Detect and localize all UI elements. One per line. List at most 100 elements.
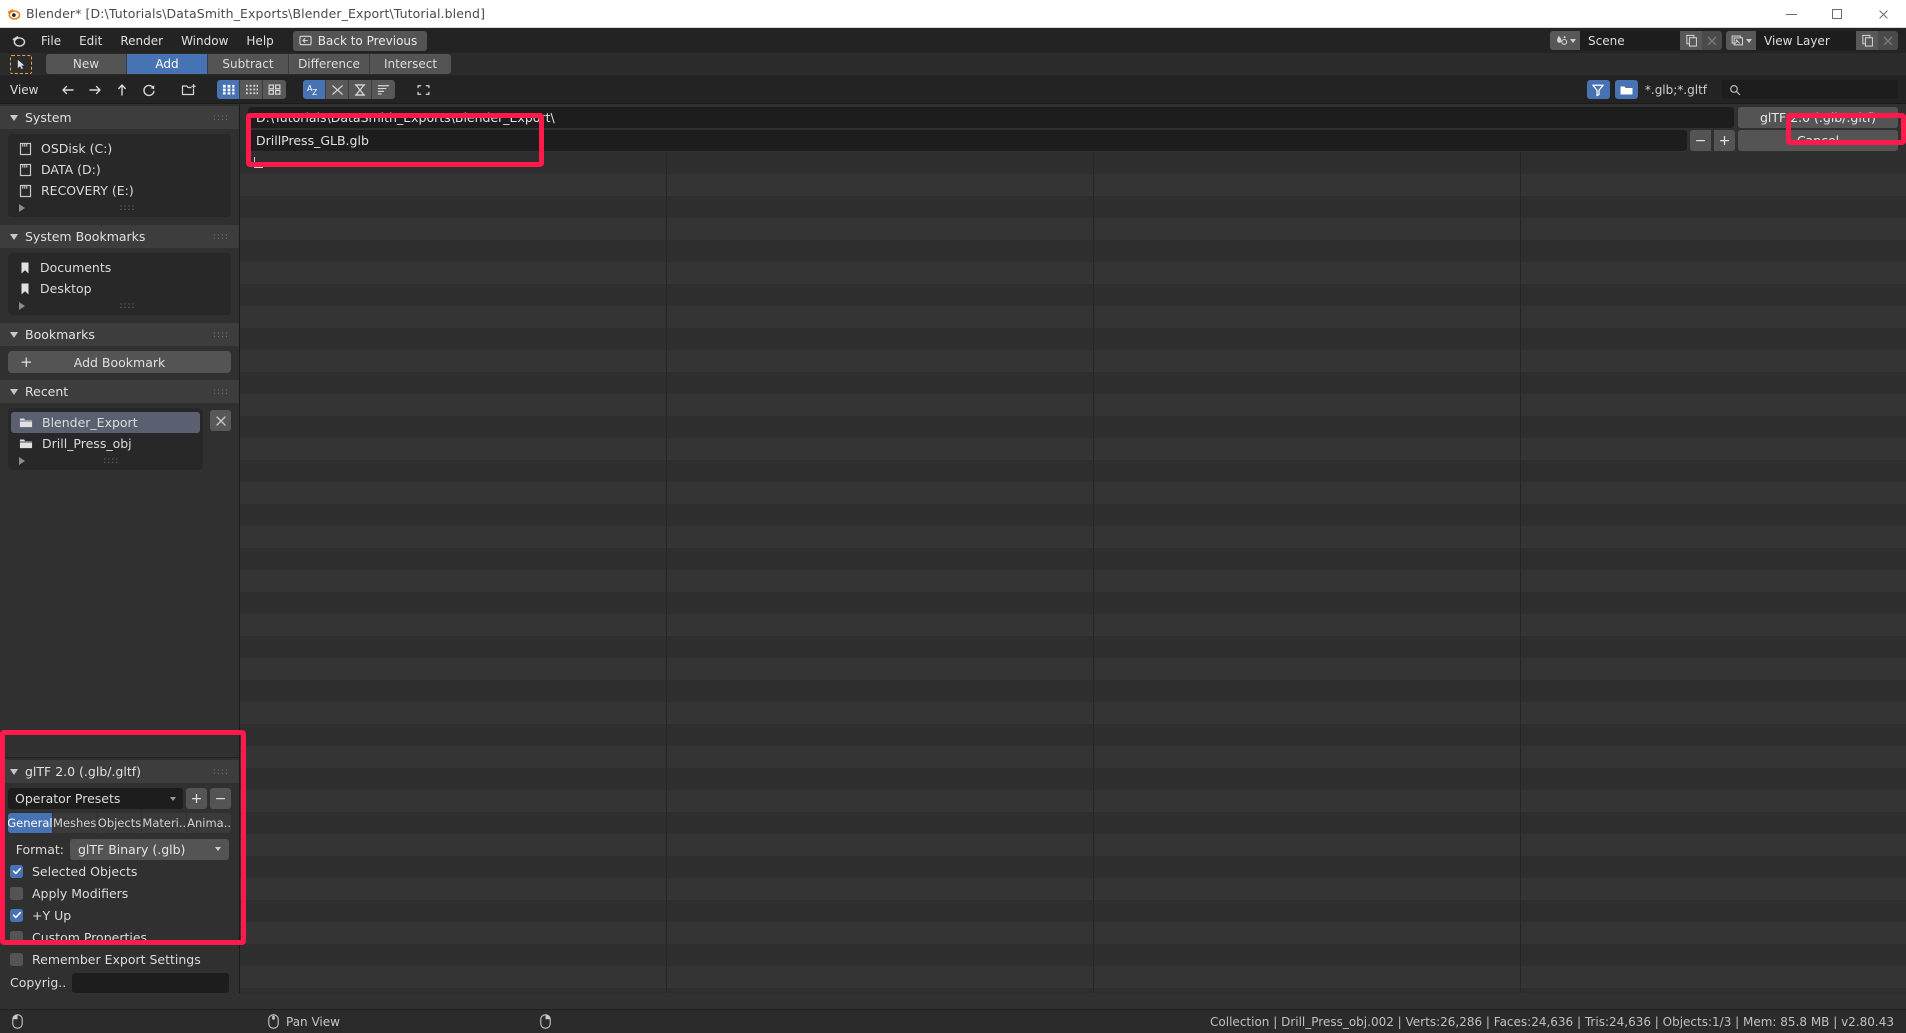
tab-objects[interactable]: Objects xyxy=(97,813,142,833)
list-view-icon[interactable] xyxy=(217,80,241,99)
table-row[interactable] xyxy=(240,790,1906,812)
menu-window[interactable]: Window xyxy=(172,31,237,51)
list-item[interactable]: Drill_Press_obj xyxy=(11,433,200,454)
table-row[interactable] xyxy=(240,504,1906,526)
thumbnail-grid-icon[interactable] xyxy=(263,80,287,99)
expand-triangle-icon[interactable] xyxy=(19,457,25,465)
table-row[interactable] xyxy=(240,878,1906,900)
sort-alphabetical-icon[interactable]: A Z xyxy=(303,80,327,99)
view-layer-icon[interactable] xyxy=(1726,31,1756,50)
table-row[interactable] xyxy=(240,152,1906,174)
select-box-icon[interactable] xyxy=(412,80,435,99)
table-row[interactable] xyxy=(240,702,1906,724)
table-row[interactable] xyxy=(240,548,1906,570)
table-row[interactable] xyxy=(240,460,1906,482)
new-datablock-icon[interactable] xyxy=(1680,31,1702,50)
table-row[interactable] xyxy=(240,724,1906,746)
section-header-system[interactable]: System :::: xyxy=(0,106,239,129)
table-row[interactable] xyxy=(240,944,1906,966)
table-row[interactable] xyxy=(240,306,1906,328)
drag-handle-icon[interactable]: :::: xyxy=(213,232,229,241)
sort-extension-icon[interactable] xyxy=(326,80,350,99)
copyright-input[interactable] xyxy=(72,972,229,993)
table-row[interactable] xyxy=(240,658,1906,680)
column-divider[interactable] xyxy=(666,152,667,993)
increment-filename-button[interactable]: + xyxy=(1714,130,1735,151)
directory-path-input[interactable]: D:\Tutorials\DataSmith_Exports\Blender_E… xyxy=(248,106,1734,128)
table-row[interactable] xyxy=(240,416,1906,438)
column-divider[interactable] xyxy=(1093,152,1094,993)
unlink-icon[interactable] xyxy=(1702,31,1722,50)
unlink-icon[interactable] xyxy=(1878,31,1898,50)
search-input[interactable] xyxy=(1722,80,1898,99)
table-row[interactable] xyxy=(240,988,1906,993)
mode-add[interactable]: Add xyxy=(127,54,208,74)
tab-meshes[interactable]: Meshes xyxy=(52,813,97,833)
table-row[interactable] xyxy=(240,746,1906,768)
close-icon[interactable] xyxy=(1860,0,1906,28)
execute-export-button[interactable]: glTF 2.0 (.glb/.gltf) xyxy=(1738,106,1898,128)
list-item[interactable]: OSDisk (C:) xyxy=(11,138,228,159)
decrement-filename-button[interactable]: − xyxy=(1690,130,1711,151)
checkbox-remember-export-settings[interactable]: Remember Export Settings xyxy=(0,948,239,970)
clear-recent-icon[interactable] xyxy=(210,410,231,431)
table-row[interactable] xyxy=(240,636,1906,658)
section-header-gltf[interactable]: glTF 2.0 (.glb/.gltf) :::: xyxy=(0,760,239,783)
checkbox-input[interactable] xyxy=(10,908,23,922)
table-row[interactable] xyxy=(240,768,1906,790)
table-row[interactable] xyxy=(240,614,1906,636)
list-item[interactable]: RECOVERY (E:) xyxy=(11,180,228,201)
table-row[interactable] xyxy=(240,592,1906,614)
table-row[interactable] xyxy=(240,328,1906,350)
add-bookmark-button[interactable]: + Add Bookmark xyxy=(8,351,231,373)
detail-list-icon[interactable] xyxy=(240,80,264,99)
folder-filter-icon[interactable] xyxy=(1614,80,1638,99)
view-layer-selector[interactable]: View Layer xyxy=(1726,31,1898,50)
resize-handle-icon[interactable]: :::: xyxy=(103,457,119,466)
refresh-icon[interactable] xyxy=(137,80,160,99)
back-to-previous-button[interactable]: Back to Previous xyxy=(292,30,428,51)
drag-handle-icon[interactable]: :::: xyxy=(213,113,229,122)
drag-handle-icon[interactable]: :::: xyxy=(213,767,229,776)
back-arrow-icon[interactable] xyxy=(56,80,79,99)
table-row[interactable] xyxy=(240,350,1906,372)
resize-handle-icon[interactable]: :::: xyxy=(119,204,135,213)
table-row[interactable] xyxy=(240,174,1906,196)
table-row[interactable] xyxy=(240,922,1906,944)
mode-intersect[interactable]: Intersect xyxy=(370,54,451,74)
table-row[interactable] xyxy=(240,284,1906,306)
scene-selector[interactable]: Scene xyxy=(1550,31,1722,50)
table-row[interactable] xyxy=(240,262,1906,284)
list-item[interactable]: DATA (D:) xyxy=(11,159,228,180)
list-item[interactable]: Documents xyxy=(11,257,228,278)
checkbox-custom-properties[interactable]: Custom Properties xyxy=(0,926,239,948)
section-header-system-bookmarks[interactable]: System Bookmarks :::: xyxy=(0,225,239,248)
drag-handle-icon[interactable]: :::: xyxy=(213,387,229,396)
table-row[interactable] xyxy=(240,856,1906,878)
menu-edit[interactable]: Edit xyxy=(70,31,111,51)
column-divider[interactable] xyxy=(1520,152,1521,993)
scene-name[interactable]: Scene xyxy=(1580,31,1680,50)
new-folder-icon[interactable] xyxy=(177,80,200,99)
expand-triangle-icon[interactable] xyxy=(19,204,25,212)
checkbox-input[interactable] xyxy=(10,952,23,966)
checkbox-y-up[interactable]: +Y Up xyxy=(0,904,239,926)
operator-presets-dropdown[interactable]: Operator Presets xyxy=(8,788,183,809)
up-arrow-icon[interactable] xyxy=(110,80,133,99)
file-list-grid[interactable] xyxy=(240,152,1906,993)
filter-funnel-icon[interactable] xyxy=(1586,80,1610,99)
checkbox-input[interactable] xyxy=(10,930,23,944)
mode-subtract[interactable]: Subtract xyxy=(208,54,289,74)
checkbox-input[interactable] xyxy=(10,886,23,900)
checkbox-apply-modifiers[interactable]: Apply Modifiers xyxy=(0,882,239,904)
new-datablock-icon[interactable] xyxy=(1856,31,1878,50)
table-row[interactable] xyxy=(240,438,1906,460)
checkbox-selected-objects[interactable]: Selected Objects xyxy=(0,860,239,882)
tab-animation[interactable]: Anima.. xyxy=(187,813,231,833)
sort-time-icon[interactable] xyxy=(349,80,373,99)
sort-size-icon[interactable] xyxy=(372,80,396,99)
table-row[interactable] xyxy=(240,372,1906,394)
forward-arrow-icon[interactable] xyxy=(83,80,106,99)
maximize-icon[interactable] xyxy=(1814,0,1860,28)
tab-materials[interactable]: Materi.. xyxy=(142,813,187,833)
